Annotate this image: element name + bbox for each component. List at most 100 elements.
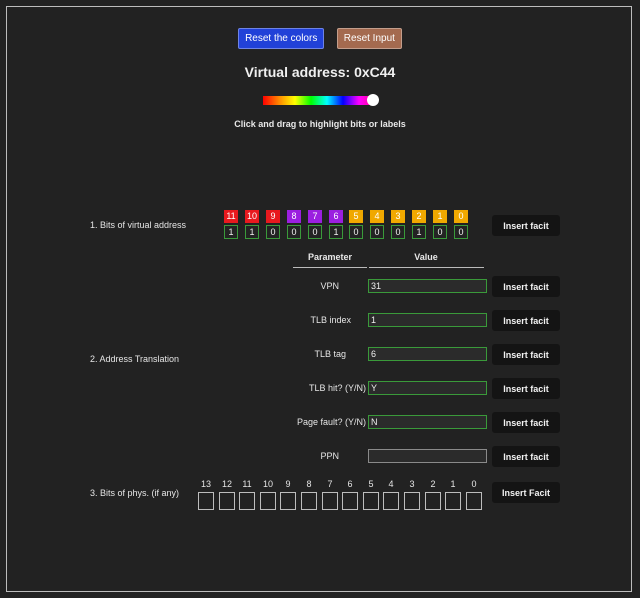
color-slider-track[interactable]: [263, 96, 375, 105]
virtual-bit-index[interactable]: 2: [412, 210, 426, 223]
virtual-bit-index[interactable]: 10: [245, 210, 259, 223]
phys-bit-input[interactable]: [239, 492, 255, 510]
tlb-index-input[interactable]: [368, 313, 487, 327]
virtual-bit-index[interactable]: 8: [287, 210, 301, 223]
tlb-tag-input[interactable]: [368, 347, 487, 361]
virtual-bit[interactable]: 61: [329, 210, 343, 239]
insert-facit-vpn-button[interactable]: Insert facit: [492, 276, 560, 297]
virtual-bit[interactable]: 10 1: [245, 210, 259, 239]
tlb-hit-input[interactable]: [368, 381, 487, 395]
phys-bit-input[interactable]: [363, 492, 379, 510]
virtual-bit-value[interactable]: 1: [245, 225, 259, 239]
phys-bit[interactable]: 12: [219, 479, 235, 510]
app-frame: [6, 6, 632, 592]
phys-bit[interactable]: 5: [363, 479, 379, 510]
phys-bit-input[interactable]: [219, 492, 235, 510]
virtual-bit[interactable]: 40: [370, 210, 384, 239]
phys-bit[interactable]: 10: [260, 479, 276, 510]
insert-facit-tlb-index-button[interactable]: Insert facit: [492, 310, 560, 331]
page-title: Virtual address: 0xC44: [244, 64, 396, 80]
ppn-input[interactable]: [368, 449, 487, 463]
page-fault-input[interactable]: [368, 415, 487, 429]
phys-bit[interactable]: 4: [383, 479, 399, 510]
virtual-bit[interactable]: 90: [266, 210, 280, 239]
value-header: Value: [414, 252, 438, 262]
virtual-bit[interactable]: 11 1: [224, 210, 238, 239]
instruction-text: Click and drag to highlight bits or labe…: [234, 119, 406, 129]
phys-bit-input[interactable]: [466, 492, 482, 510]
virtual-bit-index[interactable]: 3: [391, 210, 405, 223]
phys-bit[interactable]: 0: [466, 479, 482, 510]
virtual-bit-value[interactable]: 0: [349, 225, 363, 239]
insert-facit-page-fault-button[interactable]: Insert facit: [492, 412, 560, 433]
virtual-bit[interactable]: 50: [349, 210, 363, 239]
phys-bit-input[interactable]: [404, 492, 420, 510]
insert-facit-bits-button[interactable]: Insert facit: [492, 215, 560, 236]
virtual-bit-index[interactable]: 6: [329, 210, 343, 223]
virtual-bit-value[interactable]: 0: [370, 225, 384, 239]
virtual-bit-value[interactable]: 0: [266, 225, 280, 239]
virtual-bit[interactable]: 00: [454, 210, 468, 239]
phys-bit-input[interactable]: [260, 492, 276, 510]
virtual-bit-value[interactable]: 1: [412, 225, 426, 239]
vpn-label: VPN: [320, 281, 339, 291]
virtual-bit-index[interactable]: 11: [224, 210, 238, 223]
translation-label: 2. Address Translation: [90, 354, 180, 364]
reset-colors-button[interactable]: Reset the colors: [238, 28, 325, 49]
tlb-hit-label: TLB hit? (Y/N): [308, 383, 366, 393]
phys-bit[interactable]: 9: [280, 479, 296, 510]
virtual-bit-index[interactable]: 4: [370, 210, 384, 223]
virtual-bit-index[interactable]: 7: [308, 210, 322, 223]
virtual-bit-value[interactable]: 0: [308, 225, 322, 239]
phys-bit-index: 9: [285, 479, 291, 489]
phys-bit[interactable]: 2: [425, 479, 441, 510]
virtual-bit[interactable]: 80: [287, 210, 301, 239]
phys-bit-index: 11: [242, 479, 252, 489]
virtual-bit-index[interactable]: 5: [349, 210, 363, 223]
phys-bit-input[interactable]: [445, 492, 461, 510]
insert-facit-phys-button[interactable]: Insert Facit: [492, 482, 560, 503]
virtual-bit[interactable]: 70: [308, 210, 322, 239]
phys-bit[interactable]: 7: [322, 479, 338, 510]
page-fault-label: Page fault? (Y/N): [296, 417, 366, 427]
phys-bit-input[interactable]: [322, 492, 338, 510]
phys-bit[interactable]: 6: [342, 479, 358, 510]
phys-bits-label: 3. Bits of phys. (if any): [90, 488, 180, 498]
virtual-bit-index[interactable]: 1: [433, 210, 447, 223]
insert-facit-tlb-hit-button[interactable]: Insert facit: [492, 378, 560, 399]
virtual-bit[interactable]: 10: [433, 210, 447, 239]
param-header: Parameter: [307, 252, 353, 262]
vpn-input[interactable]: [368, 279, 487, 293]
color-slider-knob[interactable]: [367, 94, 379, 106]
reset-input-button[interactable]: Reset Input: [336, 28, 402, 49]
virtual-bit[interactable]: 21: [412, 210, 426, 239]
virtual-bit-value[interactable]: 0: [287, 225, 301, 239]
tlb-index-label: TLB index: [310, 315, 351, 325]
phys-bit[interactable]: 3: [404, 479, 420, 510]
phys-bit[interactable]: 13: [198, 479, 214, 510]
phys-bit-input[interactable]: [383, 492, 399, 510]
phys-bit-input[interactable]: [198, 492, 214, 510]
virtual-bit-index[interactable]: 9: [266, 210, 280, 223]
phys-bit[interactable]: 8: [301, 479, 317, 510]
insert-facit-tlb-tag-button[interactable]: Insert facit: [492, 344, 560, 365]
phys-bit-input[interactable]: [342, 492, 358, 510]
phys-bit-input[interactable]: [280, 492, 296, 510]
phys-bit-index: 8: [306, 479, 312, 489]
phys-bit[interactable]: 11: [239, 479, 255, 510]
virtual-bit[interactable]: 30: [391, 210, 405, 239]
phys-bit-input[interactable]: [425, 492, 441, 510]
virtual-bit-value[interactable]: 0: [391, 225, 405, 239]
phys-bit-index: 12: [221, 479, 232, 489]
phys-bit[interactable]: 1: [445, 479, 461, 510]
virtual-bit-value[interactable]: 0: [454, 225, 468, 239]
color-slider[interactable]: [263, 94, 379, 106]
phys-bit-index: 2: [430, 479, 436, 489]
virtual-bit-value[interactable]: 1: [224, 225, 238, 239]
virtual-bit-value[interactable]: 0: [433, 225, 447, 239]
phys-bit-input[interactable]: [301, 492, 317, 510]
insert-facit-ppn-button[interactable]: Insert facit: [492, 446, 560, 467]
toolbar: Reset the colors Reset Input: [0, 28, 640, 49]
virtual-bit-value[interactable]: 1: [329, 225, 343, 239]
virtual-bit-index[interactable]: 0: [454, 210, 468, 223]
